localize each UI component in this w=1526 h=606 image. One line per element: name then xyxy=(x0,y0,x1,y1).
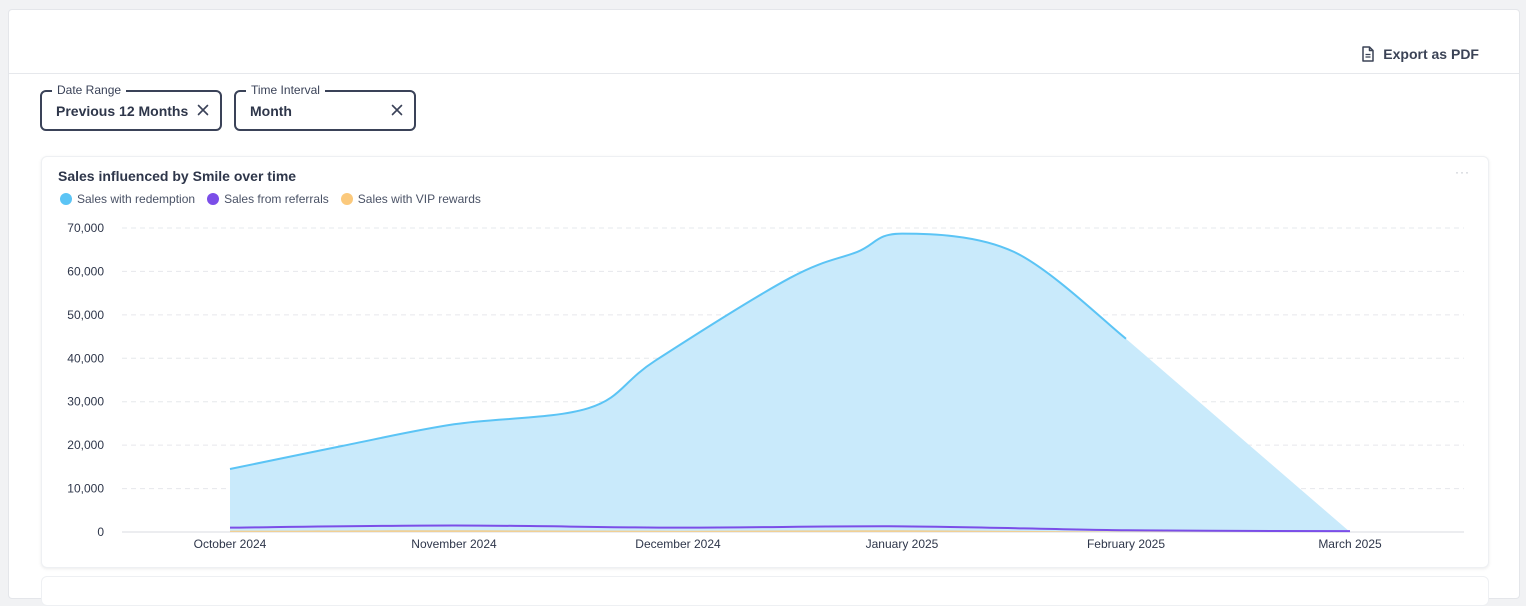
legend-dot-vip xyxy=(340,193,353,205)
y-tick-label-0: 0 xyxy=(97,525,104,539)
dashboard-card: Export as PDF Date Range Previous 12 Mon… xyxy=(8,9,1520,606)
time-interval-value: Month xyxy=(250,102,292,119)
legend-label-vip: Sales with VIP rewards xyxy=(357,192,481,206)
date-range-filter[interactable]: Date Range Previous 12 Months xyxy=(40,83,222,131)
y-tick-label-30000: 30,000 xyxy=(67,395,104,409)
sales-chart: 0 10,000 20,000 30,000 40,000 50,000 60,000 70,… xyxy=(67,221,1464,551)
date-range-label: Date Range xyxy=(52,83,127,97)
document-icon xyxy=(1361,46,1375,62)
export-pdf-button[interactable]: Export as PDF xyxy=(1361,44,1479,64)
legend-label-redemption: Sales with redemption xyxy=(77,192,196,206)
x-tick-label-1: November 2024 xyxy=(411,537,497,551)
x-tick-label-3: January 2025 xyxy=(866,537,939,551)
top-bar: Export as PDF xyxy=(9,10,1519,74)
time-interval-filter[interactable]: Time Interval Month xyxy=(234,83,416,131)
legend-item-vip[interactable]: Sales with VIP rewards xyxy=(340,192,481,206)
time-interval-label: Time Interval xyxy=(246,83,325,97)
legend-item-referrals[interactable]: Sales from referrals xyxy=(207,192,329,206)
y-tick-label-40000: 40,000 xyxy=(67,351,104,365)
x-tick-label-5: March 2025 xyxy=(1318,537,1382,551)
chart-title: Sales influenced by Smile over time xyxy=(58,168,297,184)
legend-dot-redemption xyxy=(60,193,72,205)
legend-dot-referrals xyxy=(207,193,220,205)
sales-chart-card: 0 10,000 20,000 30,000 40,000 50,000 60,000 70,… xyxy=(41,156,1489,568)
y-tick-label-50000: 50,000 xyxy=(67,308,104,322)
more-options-icon[interactable]: ··· xyxy=(1455,165,1470,179)
legend-label-referrals: Sales from referrals xyxy=(224,192,329,206)
x-tick-label-4: February 2025 xyxy=(1087,537,1165,551)
y-tick-label-60000: 60,000 xyxy=(67,264,104,278)
x-tick-label-0: October 2024 xyxy=(194,537,267,551)
x-tick-label-2: December 2024 xyxy=(635,537,721,551)
y-tick-label-20000: 20,000 xyxy=(67,438,104,452)
clear-time-interval-icon[interactable] xyxy=(390,103,404,117)
date-range-value: Previous 12 Months xyxy=(56,102,189,119)
y-tick-label-70000: 70,000 xyxy=(67,221,104,235)
clear-date-range-icon[interactable] xyxy=(196,103,210,117)
next-chart-card xyxy=(41,576,1489,606)
legend-item-redemption[interactable]: Sales with redemption xyxy=(60,192,195,206)
y-tick-label-10000: 10,000 xyxy=(67,482,104,496)
chart-legend: Sales with redemption Sales from referra… xyxy=(60,192,481,206)
export-pdf-label: Export as PDF xyxy=(1383,46,1479,62)
